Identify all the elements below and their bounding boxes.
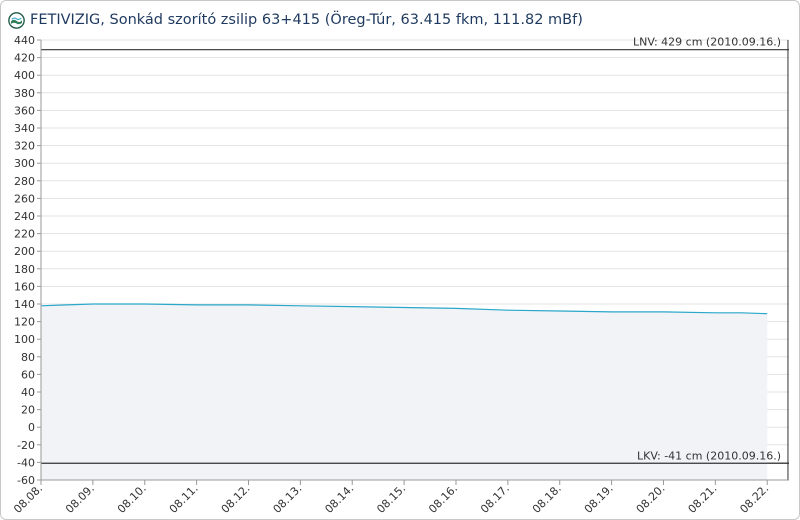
y-tick-label: 380 [14, 87, 35, 100]
y-tick-label: 200 [14, 245, 35, 258]
y-tick-label: -40 [17, 456, 35, 469]
y-tick-label: 0 [28, 421, 35, 434]
y-tick-label: 420 [14, 52, 35, 65]
x-tick-label: 08.10. [115, 482, 149, 516]
reference-line-label: LNV: 429 cm (2010.09.16.) [633, 36, 781, 49]
x-tick-label: 08.11. [167, 482, 201, 516]
y-tick-label: 360 [14, 104, 35, 117]
x-tick-label: 08.18. [530, 482, 564, 516]
y-axis-ticks: -60-40-200204060801001201401601802002202… [14, 34, 41, 487]
y-tick-label: 40 [21, 386, 35, 399]
y-tick-label: 60 [21, 368, 35, 381]
y-tick-label: 80 [21, 351, 35, 364]
y-tick-label: 400 [14, 69, 35, 82]
y-tick-label: 160 [14, 280, 35, 293]
y-tick-label: 20 [21, 404, 35, 417]
x-tick-label: 08.15. [374, 482, 408, 516]
x-tick-label: 08.12. [219, 482, 253, 516]
x-tick-label: 08.17. [478, 482, 512, 516]
x-tick-label: 08.20. [634, 482, 668, 516]
reference-line-label: LKV: -41 cm (2010.09.16.) [637, 449, 781, 462]
x-tick-label: 08.21. [686, 482, 720, 516]
y-tick-label: 140 [14, 298, 35, 311]
y-tick-label: 180 [14, 263, 35, 276]
x-axis-ticks: 08.08. 08.09. 08.10. 08.11. 08.12. 08.13. 08.1… [11, 480, 771, 516]
x-tick-label: 08.09. [63, 482, 97, 516]
x-tick-label: 08.14. [322, 482, 356, 516]
x-tick-label: 08.13. [271, 482, 305, 516]
y-tick-label: 220 [14, 228, 35, 241]
y-tick-label: 320 [14, 140, 35, 153]
x-tick-label: 08.22. [737, 482, 771, 516]
y-tick-label: 260 [14, 192, 35, 205]
y-tick-label: 240 [14, 210, 35, 223]
y-tick-label: 120 [14, 316, 35, 329]
y-tick-label: 100 [14, 333, 35, 346]
y-tick-label: 280 [14, 175, 35, 188]
chart-canvas: LNV: 429 cm (2010.09.16.) LKV: -41 cm (20… [11, 34, 789, 516]
y-tick-label: 340 [14, 122, 35, 135]
y-tick-label: -20 [17, 439, 35, 452]
x-tick-label: 08.19. [582, 482, 616, 516]
y-tick-label: 300 [14, 157, 35, 170]
x-tick-label: 08.16. [426, 482, 460, 516]
x-tick-label: 08.08. [11, 482, 45, 516]
y-tick-label: 440 [14, 34, 35, 47]
